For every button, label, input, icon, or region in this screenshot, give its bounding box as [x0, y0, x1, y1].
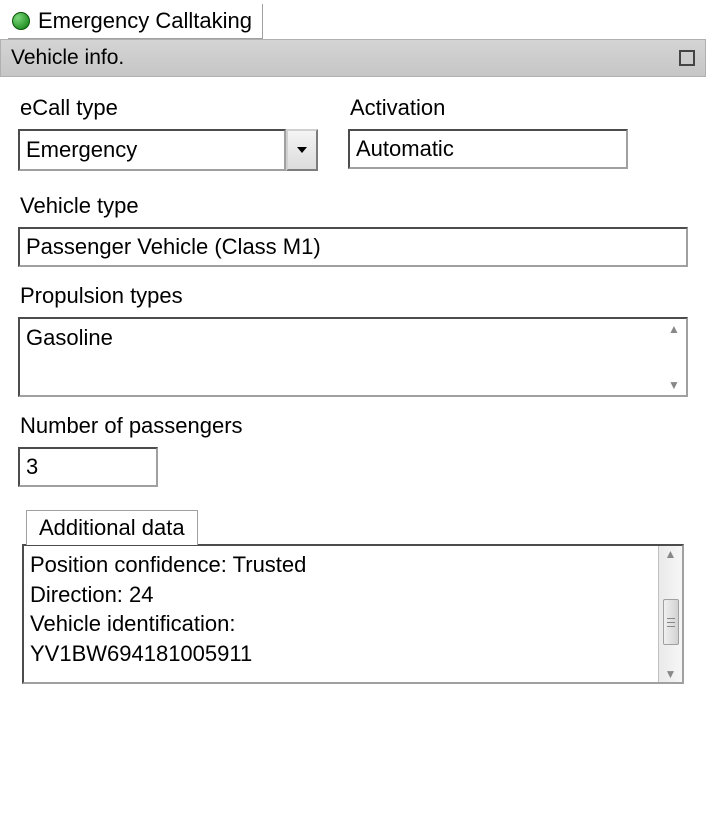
propulsion-listbox[interactable]: Gasoline ▲ ▼	[18, 317, 688, 397]
scroll-up-icon[interactable]: ▲	[668, 323, 680, 335]
passengers-input[interactable]	[18, 447, 158, 487]
scrollbar[interactable]: ▲ ▼	[658, 546, 682, 682]
scroll-down-icon[interactable]: ▼	[668, 379, 680, 391]
maximize-icon[interactable]	[679, 50, 695, 66]
tab-additional-data[interactable]: Additional data	[26, 510, 198, 545]
scrollbar[interactable]: ▲ ▼	[662, 319, 686, 395]
status-icon	[12, 12, 30, 30]
sub-tab-bar: Additional data	[18, 509, 688, 544]
ecall-type-label: eCall type	[18, 95, 318, 121]
dropdown-button[interactable]	[286, 129, 318, 171]
propulsion-label: Propulsion types	[18, 283, 688, 309]
main-tab-bar: Emergency Calltaking	[0, 0, 706, 39]
chevron-down-icon	[296, 146, 308, 154]
panel-title: Vehicle info.	[11, 46, 124, 70]
ecall-type-value: Emergency	[18, 129, 286, 171]
panel-body: eCall type Emergency Activation Automati…	[0, 77, 706, 692]
tab-label: Emergency Calltaking	[38, 8, 252, 34]
scroll-down-icon[interactable]: ▼	[665, 668, 677, 680]
additional-data-textarea[interactable]: Position confidence: Trusted Direction: …	[22, 544, 684, 684]
vehicle-type-field: Passenger Vehicle (Class M1)	[18, 227, 688, 267]
panel-header: Vehicle info.	[0, 39, 706, 77]
additional-data-text: Position confidence: Trusted Direction: …	[24, 546, 658, 682]
vehicle-type-label: Vehicle type	[18, 193, 688, 219]
tab-emergency-calltaking[interactable]: Emergency Calltaking	[8, 4, 263, 39]
propulsion-value: Gasoline	[20, 319, 662, 395]
passengers-label: Number of passengers	[18, 413, 318, 439]
scroll-thumb[interactable]	[663, 599, 679, 645]
scroll-up-icon[interactable]: ▲	[665, 548, 677, 560]
activation-field: Automatic	[348, 129, 628, 169]
activation-label: Activation	[348, 95, 628, 121]
ecall-type-select[interactable]: Emergency	[18, 129, 318, 171]
